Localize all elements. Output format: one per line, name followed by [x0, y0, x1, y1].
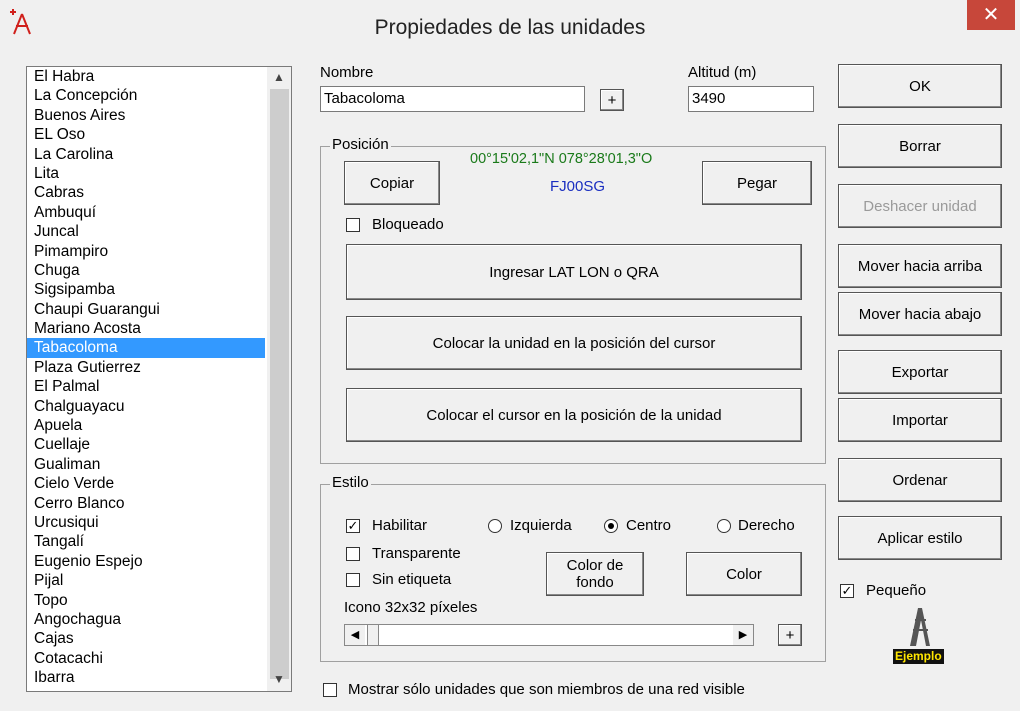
list-item[interactable]: Urcusiqui — [27, 513, 265, 532]
title-bar: Propiedades de las unidades ✕ — [0, 0, 1020, 58]
altitud-field[interactable]: 3490 — [688, 86, 814, 112]
close-button[interactable]: ✕ — [967, 0, 1015, 30]
color-fondo-line2: fondo — [576, 574, 614, 591]
list-item[interactable]: La Carolina — [27, 145, 265, 164]
transparente-label: Transparente — [372, 545, 461, 562]
ejemplo-label: Ejemplo — [893, 649, 944, 664]
borrar-button[interactable]: Borrar — [838, 124, 1002, 168]
list-item[interactable]: EL Oso — [27, 125, 265, 144]
izquierda-radio[interactable] — [488, 519, 502, 533]
list-item[interactable]: Plaza Gutierrez — [27, 358, 265, 377]
ok-button[interactable]: OK — [838, 64, 1002, 108]
list-item[interactable]: Chalguayacu — [27, 397, 265, 416]
list-item[interactable]: Gualiman — [27, 455, 265, 474]
list-item[interactable]: Cerro Blanco — [27, 494, 265, 513]
list-item[interactable]: Cielo Verde — [27, 474, 265, 493]
nombre-label: Nombre — [320, 64, 374, 81]
centro-label: Centro — [626, 517, 672, 534]
list-item[interactable]: Angochagua — [27, 610, 265, 629]
list-item[interactable]: El Palmal — [27, 377, 265, 396]
qra-text: FJ00SG — [550, 178, 606, 195]
list-item[interactable]: La Concepción — [27, 86, 265, 105]
deshacer-unidad-button[interactable]: Deshacer unidad — [838, 184, 1002, 228]
list-item[interactable]: Ibarra — [27, 668, 265, 687]
list-item[interactable]: Juncal — [27, 222, 265, 241]
icono-size-label: Icono 32x32 píxeles — [344, 599, 478, 616]
sin-etiqueta-label: Sin etiqueta — [372, 571, 452, 588]
posicion-title: Posición — [330, 136, 391, 153]
list-item[interactable]: Sigsipamba — [27, 280, 265, 299]
list-item[interactable]: Pimampiro — [27, 242, 265, 261]
pegar-button[interactable]: Pegar — [702, 161, 812, 205]
units-list[interactable]: El Habra La Concepción Buenos Aires EL Oso L… — [26, 66, 292, 692]
list-item[interactable]: Eugenio Espejo — [27, 552, 265, 571]
habilitar-label: Habilitar — [372, 517, 428, 534]
estilo-title: Estilo — [330, 474, 371, 491]
importar-button[interactable]: Importar — [838, 398, 1002, 442]
slider-left-icon[interactable]: ◀ — [345, 625, 365, 645]
list-item[interactable]: El Habra — [27, 67, 265, 86]
icon-size-slider[interactable]: ◀ ▶ — [344, 624, 754, 646]
window-title: Propiedades de las unidades — [374, 16, 646, 39]
mostrar-checkbox[interactable] — [323, 683, 337, 697]
copiar-button[interactable]: Copiar — [344, 161, 440, 205]
colocar-cursor-button[interactable]: Colocar el cursor en la posición de la u… — [346, 388, 802, 442]
list-item[interactable]: Chaupi Guarangui — [27, 300, 265, 319]
list-item[interactable]: Tabacoloma — [27, 338, 265, 358]
list-item[interactable]: Apuela — [27, 416, 265, 435]
centro-radio[interactable] — [604, 519, 618, 533]
ingresar-lat-lon-button[interactable]: Ingresar LAT LON o QRA — [346, 244, 802, 300]
colocar-unidad-button[interactable]: Colocar la unidad en la posición del cur… — [346, 316, 802, 370]
units-list-items: El Habra La Concepción Buenos Aires EL Oso L… — [27, 67, 265, 688]
mover-arriba-button[interactable]: Mover hacia arriba — [838, 244, 1002, 288]
sin-etiqueta-checkbox[interactable] — [346, 573, 360, 587]
mover-abajo-button[interactable]: Mover hacia abajo — [838, 292, 1002, 336]
color-fondo-line1: Color de — [566, 557, 624, 574]
list-item[interactable]: Mariano Acosta — [27, 319, 265, 338]
aplicar-estilo-button[interactable]: Aplicar estilo — [838, 516, 1002, 560]
exportar-button[interactable]: Exportar — [838, 350, 1002, 394]
coordinates-text: 00°15'02,1"N 078°28'01,3"O — [470, 151, 653, 167]
list-item[interactable]: Pijal — [27, 571, 265, 590]
color-button[interactable]: Color — [686, 552, 802, 596]
bloqueado-checkbox[interactable] — [346, 218, 360, 232]
list-item[interactable]: Tangalí — [27, 532, 265, 551]
scroll-thumb[interactable] — [270, 89, 289, 679]
list-item[interactable]: Cotacachi — [27, 649, 265, 668]
scroll-up-icon[interactable]: ▲ — [267, 67, 291, 87]
list-item[interactable]: Cabras — [27, 183, 265, 202]
list-item[interactable]: Cuellaje — [27, 435, 265, 454]
nombre-field[interactable]: Tabacoloma — [320, 86, 585, 112]
mostrar-label: Mostrar sólo unidades que son miembros d… — [348, 681, 745, 698]
scroll-down-icon[interactable]: ▼ — [267, 669, 291, 689]
derecho-radio[interactable] — [717, 519, 731, 533]
list-item[interactable]: Topo — [27, 591, 265, 610]
tower-icon — [910, 608, 930, 646]
habilitar-checkbox[interactable]: ✓ — [346, 519, 360, 533]
nombre-plus-button[interactable]: + — [600, 89, 624, 111]
color-fondo-button[interactable]: Color de fondo — [546, 552, 644, 596]
pequeno-checkbox[interactable]: ✓ — [840, 584, 854, 598]
list-item[interactable]: Chuga — [27, 261, 265, 280]
pequeno-label: Pequeño — [866, 582, 927, 599]
ordenar-button[interactable]: Ordenar — [838, 458, 1002, 502]
izquierda-label: Izquierda — [510, 517, 572, 534]
transparente-checkbox[interactable] — [346, 547, 360, 561]
list-item[interactable]: Ambuquí — [27, 203, 265, 222]
slider-right-icon[interactable]: ▶ — [733, 625, 753, 645]
list-item[interactable]: Buenos Aires — [27, 106, 265, 125]
derecho-label: Derecho — [738, 517, 795, 534]
bloqueado-label: Bloqueado — [372, 216, 444, 233]
list-item[interactable]: Lita — [27, 164, 265, 183]
list-item[interactable]: Cajas — [27, 629, 265, 648]
altitud-label: Altitud (m) — [688, 64, 757, 81]
slider-thumb[interactable] — [367, 625, 379, 645]
icon-size-plus-button[interactable]: + — [778, 624, 802, 646]
